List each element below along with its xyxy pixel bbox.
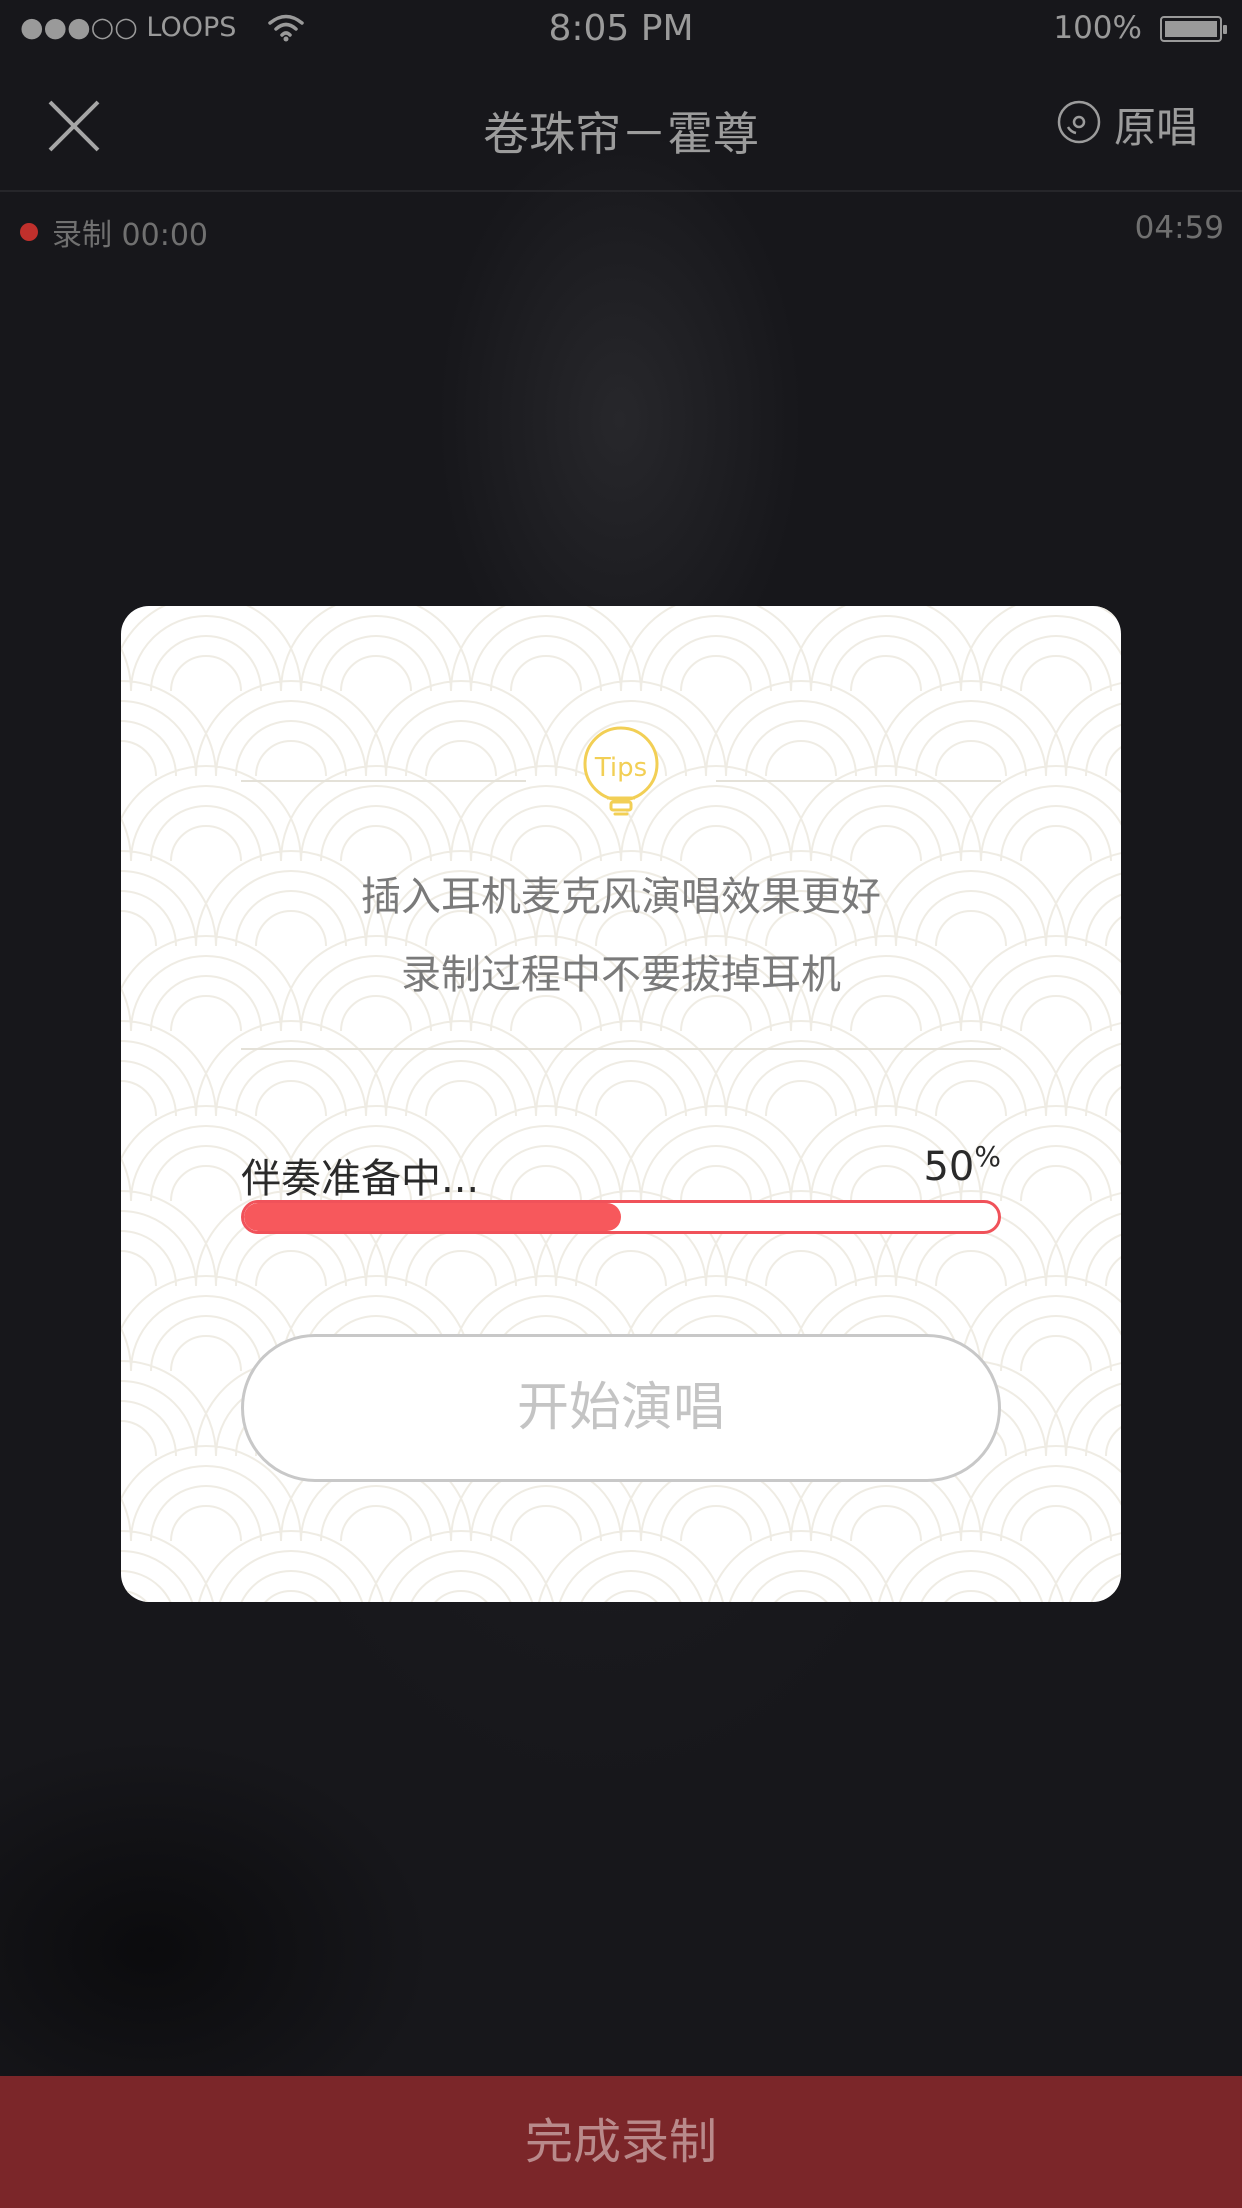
nav-bar: 卷珠帘－霍尊 原唱 — [0, 60, 1242, 192]
tips-header: Tips — [241, 724, 1001, 824]
divider-right — [716, 780, 1001, 782]
tip-message-2: 录制过程中不要拔掉耳机 — [401, 952, 841, 998]
recording-time: 录制 00:00 — [52, 218, 208, 253]
disc-icon — [1056, 99, 1102, 149]
progress-percent: 50% — [923, 1140, 1001, 1190]
battery-percent: 100% — [1053, 10, 1142, 46]
recording-status: 录制 00:00 — [20, 210, 208, 254]
original-vocal-label: 原唱 — [1113, 102, 1198, 152]
original-vocal-toggle[interactable]: 原唱 — [1056, 98, 1198, 152]
song-duration: 04:59 — [1134, 210, 1224, 246]
progress-bar — [241, 1200, 1001, 1234]
recording-dot-icon — [20, 223, 38, 241]
finish-recording-button[interactable]: 完成录制 — [0, 2076, 1242, 2208]
progress-value: 50 — [923, 1144, 975, 1190]
section-divider — [241, 1048, 1001, 1050]
lightbulb-tips-icon: Tips — [581, 724, 661, 824]
status-bar: ●●●○○ LOOPS 8:05 PM 100% — [0, 0, 1242, 60]
divider-left — [241, 780, 526, 782]
progress-fill — [244, 1203, 621, 1231]
tips-text: Tips — [594, 753, 647, 783]
battery-icon — [1160, 16, 1227, 42]
progress-label: 伴奏准备中... — [241, 1156, 480, 1202]
percent-sign: % — [974, 1140, 1001, 1173]
tips-dialog: Tips 插入耳机麦克风演唱效果更好 录制过程中不要拔掉耳机 伴奏准备中... … — [121, 606, 1121, 1602]
tip-message-1: 插入耳机麦克风演唱效果更好 — [361, 874, 881, 920]
start-singing-button[interactable]: 开始演唱 — [241, 1334, 1001, 1482]
